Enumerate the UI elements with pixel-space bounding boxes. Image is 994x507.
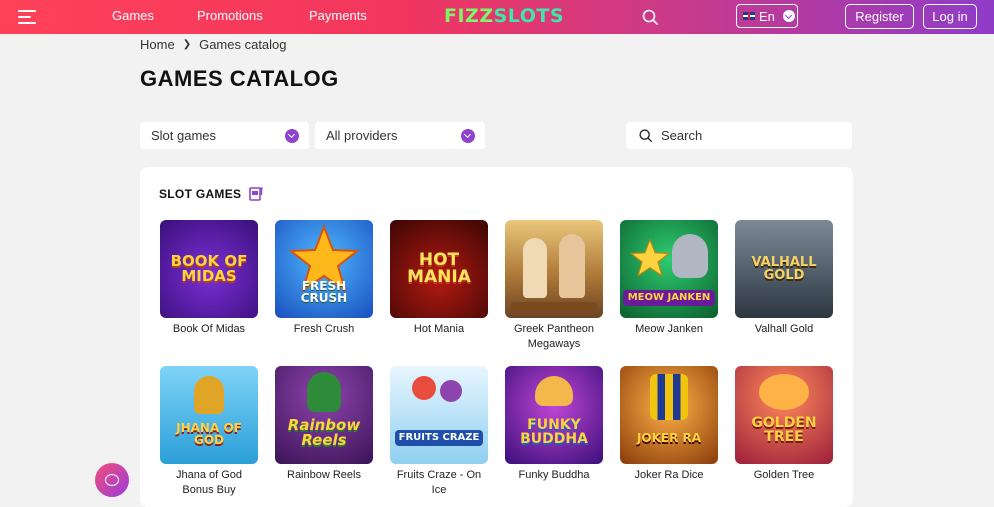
game-thumbnail[interactable]: GOLDEN TREE (735, 366, 833, 464)
fruit-icon (412, 376, 436, 400)
game-name[interactable]: Meow Janken (620, 322, 718, 337)
game-card[interactable]: FRESH CRUSH Fresh Crush (275, 220, 373, 337)
category-select[interactable]: Slot games (140, 122, 309, 149)
buddha-figure (535, 376, 573, 406)
nav-games[interactable]: Games (112, 8, 154, 23)
game-card[interactable]: Rainbow Reels Rainbow Reels (275, 366, 373, 483)
language-selector[interactable]: En (736, 4, 798, 28)
game-thumbnail[interactable]: Rainbow Reels (275, 366, 373, 464)
section-title: SLOT GAMES (159, 186, 242, 201)
star-icon (630, 238, 670, 278)
game-card[interactable]: FUNKY BUDDHA Funky Buddha (505, 366, 603, 483)
game-character (523, 238, 547, 298)
game-card[interactable]: HOT MANIA Hot Mania (390, 220, 488, 337)
game-name[interactable]: Fruits Craze - On Ice (390, 468, 488, 498)
language-label: En (759, 8, 775, 24)
game-card[interactable]: GOLDEN TREE Golden Tree (735, 366, 833, 483)
search-icon (639, 129, 652, 142)
logo-text-slots: SLOTS (493, 5, 565, 27)
game-thumbnail[interactable]: FRUITS CRAZE (390, 366, 488, 464)
game-name[interactable]: Greek Pantheon Megaways (505, 322, 603, 352)
game-character (559, 234, 585, 298)
game-art-text: JHANA OF GOD (176, 421, 242, 447)
game-name[interactable]: Book Of Midas (160, 322, 258, 337)
game-name[interactable]: Hot Mania (390, 322, 488, 337)
game-art-text: GOLDEN TREE (751, 415, 817, 445)
game-art-text: FRESH CRUSH (300, 279, 348, 305)
game-card[interactable]: VALHALL GOLD Valhall Gold (735, 220, 833, 337)
nav-promotions[interactable]: Promotions (197, 8, 263, 23)
breadcrumb: Home ❯ Games catalog (140, 37, 287, 52)
login-button[interactable]: Log in (923, 4, 977, 29)
game-thumbnail[interactable]: HOT MANIA (390, 220, 488, 318)
tree-canopy (759, 374, 809, 410)
breadcrumb-home[interactable]: Home (140, 37, 175, 52)
category-select-value: Slot games (151, 128, 217, 143)
logo[interactable]: FIZZSLOTS (444, 6, 564, 26)
game-card[interactable]: BOOK OF MIDAS Book Of Midas (160, 220, 258, 337)
game-art-text: HOT MANIA (407, 250, 471, 287)
pharaoh-figure (650, 374, 688, 420)
chevron-down-icon (461, 129, 475, 143)
cat-character (672, 234, 708, 278)
game-thumbnail[interactable]: FUNKY BUDDHA (505, 366, 603, 464)
provider-select[interactable]: All providers (315, 122, 485, 149)
game-thumbnail[interactable]: MEOW JANKEN (620, 220, 718, 318)
chevron-right-icon: ❯ (182, 39, 192, 50)
game-thumbnail[interactable]: FRESH CRUSH (275, 220, 373, 318)
section-header: SLOT GAMES (159, 186, 264, 201)
slot-machine-icon (249, 187, 264, 201)
search-field[interactable] (626, 122, 852, 149)
game-art-text: FRUITS CRAZE (394, 430, 484, 446)
leprechaun-figure (307, 372, 341, 412)
game-art-text: BOOK OF MIDAS (170, 252, 248, 285)
game-banner (511, 302, 597, 312)
uk-flag-icon (743, 12, 755, 20)
fruit-icon (440, 380, 462, 402)
search-icon[interactable] (641, 8, 659, 26)
game-name[interactable]: Valhall Gold (735, 322, 833, 337)
chevron-down-icon (782, 10, 795, 22)
game-thumbnail[interactable]: VALHALL GOLD (735, 220, 833, 318)
game-name[interactable]: Rainbow Reels (275, 468, 373, 483)
game-thumbnail[interactable]: JHANA OF GOD (160, 366, 258, 464)
breadcrumb-current: Games catalog (199, 37, 287, 52)
buddha-figure (194, 376, 224, 414)
game-art-text: JOKER RA (636, 431, 702, 445)
game-name[interactable]: Funky Buddha (505, 468, 603, 483)
search-input[interactable] (659, 127, 843, 144)
game-card[interactable]: JOKER RA Joker Ra Dice (620, 366, 718, 483)
game-art-text: VALHALL GOLD (751, 255, 817, 283)
top-bar: Games Promotions Payments FIZZSLOTS En R… (0, 0, 994, 34)
game-name[interactable]: Jhana of God Bonus Buy (160, 468, 258, 498)
game-card[interactable]: JHANA OF GOD Jhana of God Bonus Buy (160, 366, 258, 498)
game-thumbnail[interactable]: BOOK OF MIDAS (160, 220, 258, 318)
game-card[interactable]: MEOW JANKEN Meow Janken (620, 220, 718, 337)
game-name[interactable]: Fresh Crush (275, 322, 373, 337)
chevron-down-icon (285, 129, 299, 143)
game-name[interactable]: Golden Tree (735, 468, 833, 483)
menu-icon[interactable] (18, 10, 36, 24)
game-thumbnail[interactable] (505, 220, 603, 318)
nav-payments[interactable]: Payments (309, 8, 367, 23)
game-art-text: Rainbow Reels (287, 416, 361, 449)
game-art-text: FUNKY BUDDHA (520, 417, 588, 447)
register-button[interactable]: Register (845, 4, 914, 29)
game-name[interactable]: Joker Ra Dice (620, 468, 718, 483)
provider-select-value: All providers (326, 128, 398, 143)
page-title: GAMES CATALOG (140, 66, 339, 91)
game-card[interactable]: FRUITS CRAZE Fruits Craze - On Ice (390, 366, 488, 498)
game-thumbnail[interactable]: JOKER RA (620, 366, 718, 464)
chat-icon[interactable] (95, 463, 129, 497)
game-card[interactable]: Greek Pantheon Megaways (505, 220, 603, 352)
game-art-text: MEOW JANKEN (622, 290, 716, 306)
logo-text-fizz: FIZZ (444, 5, 494, 27)
